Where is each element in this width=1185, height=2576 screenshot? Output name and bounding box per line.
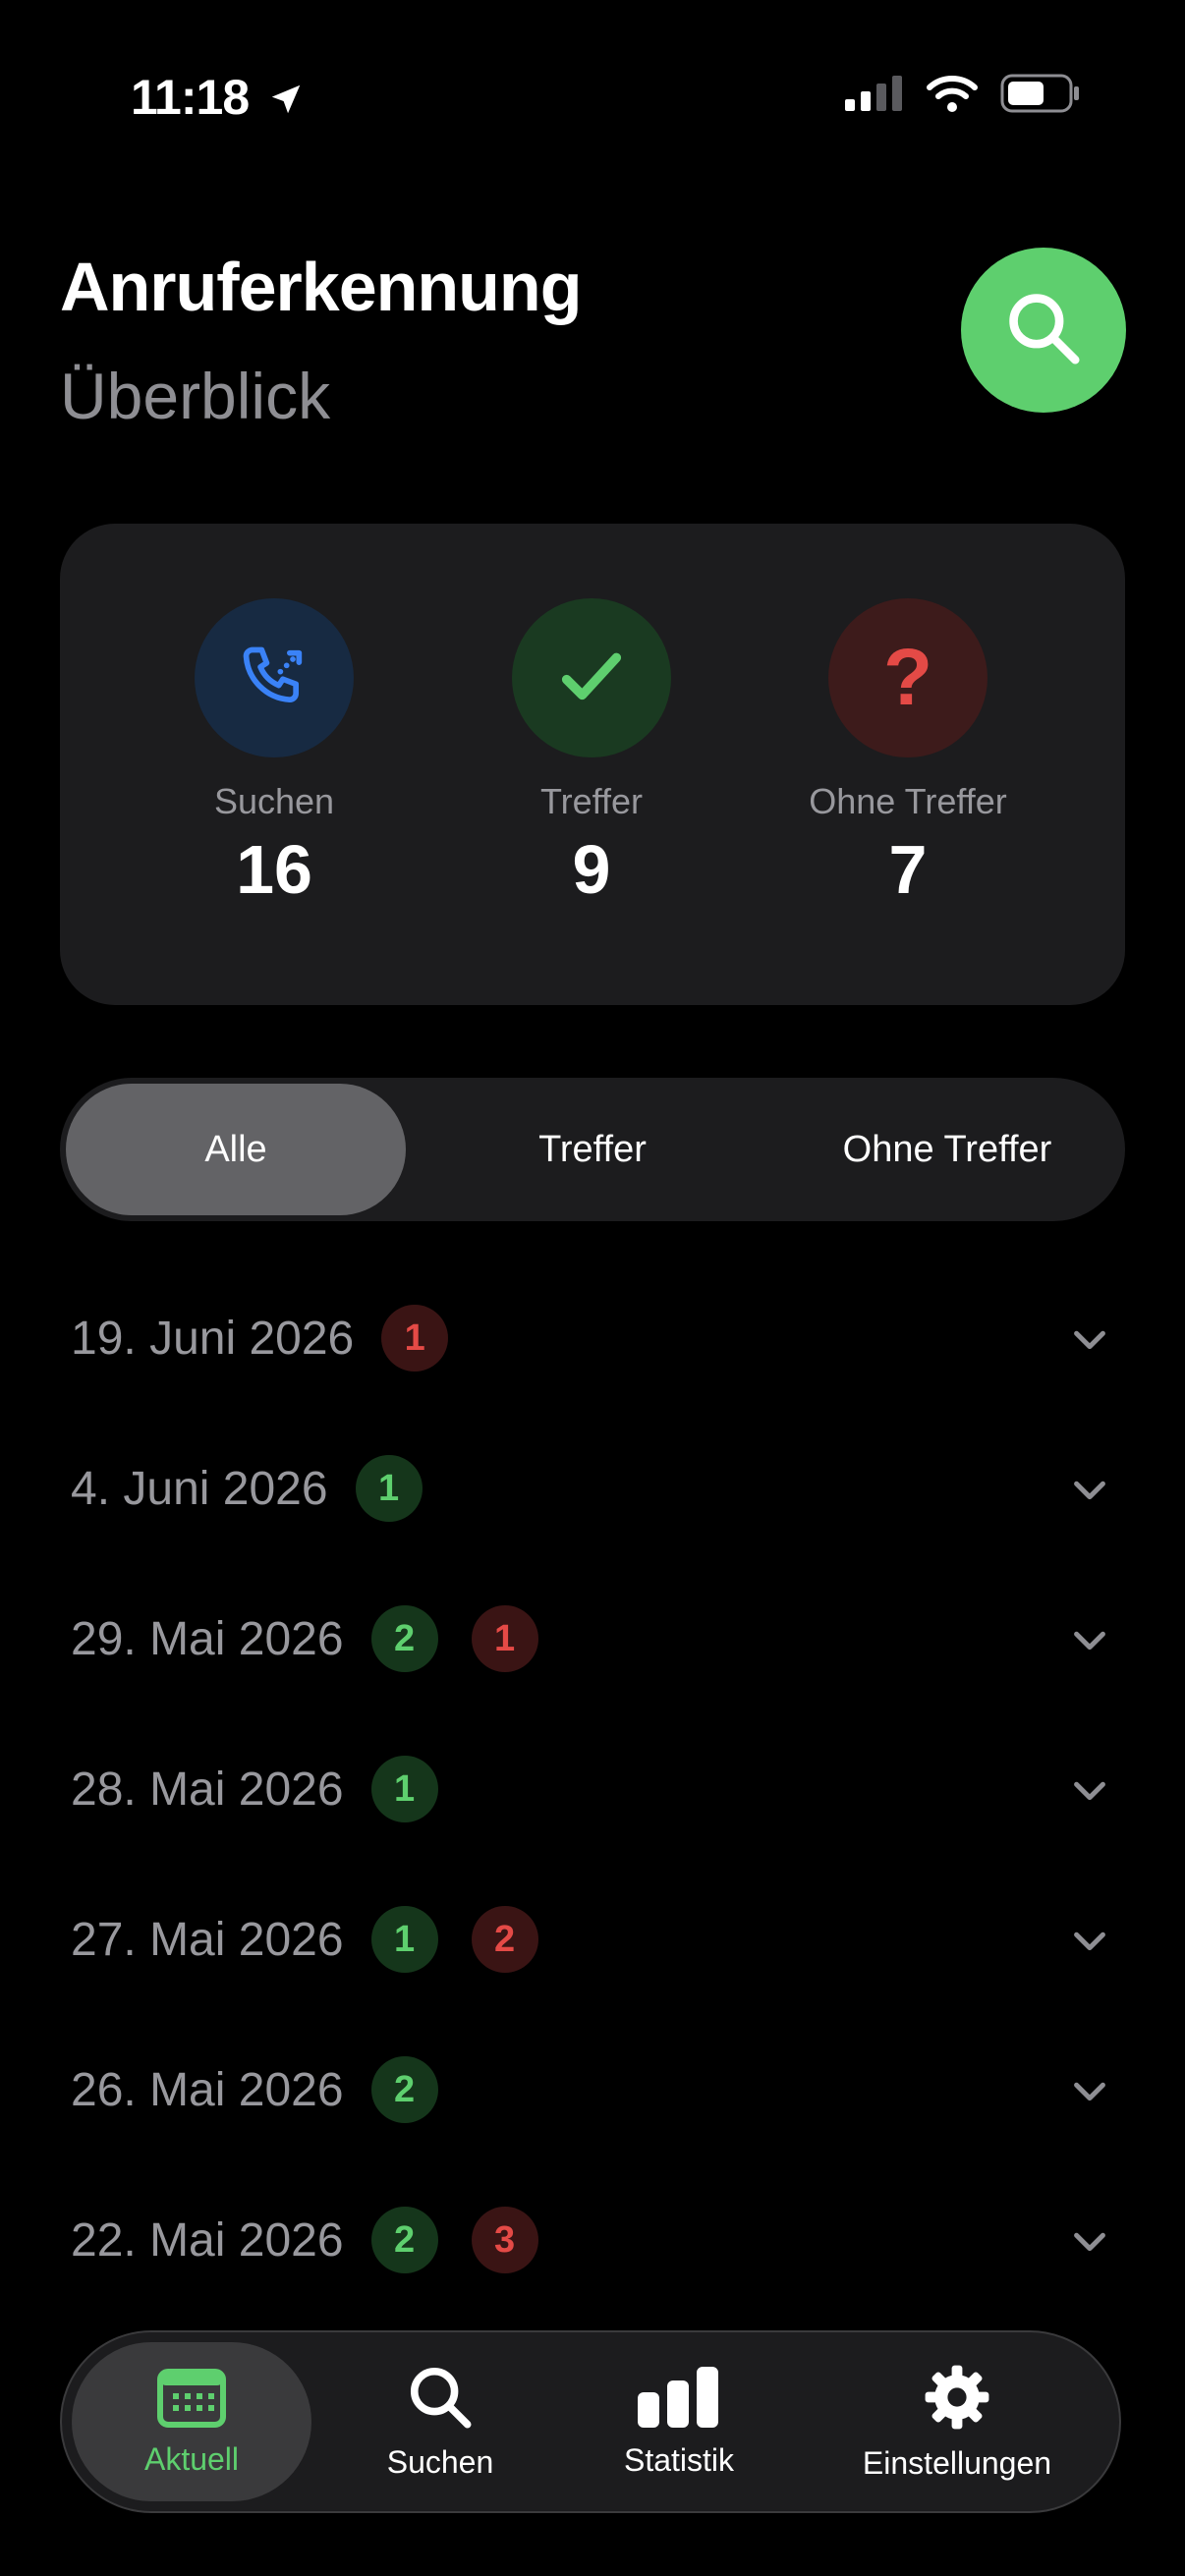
stat-searches: Suchen 16 — [127, 598, 422, 909]
chevron-down-icon — [1067, 1316, 1112, 1367]
date-row[interactable]: 22. Mai 2026 2 3 — [71, 2191, 1112, 2289]
tab-einstellungen[interactable]: Einstellungen — [824, 2332, 1090, 2511]
date-row[interactable]: 19. Juni 2026 1 — [71, 1289, 1112, 1387]
stat-misses: ? Ohne Treffer 7 — [761, 598, 1055, 909]
status-time: 11:18 — [131, 69, 305, 130]
miss-count-badge: 1 — [381, 1305, 449, 1372]
page-title: Anruferkennung — [60, 249, 582, 325]
date-label: 4. Juni 2026 — [71, 1462, 328, 1515]
date-label: 29. Mai 2026 — [71, 1612, 344, 1665]
clock-label: 11:18 — [131, 70, 250, 125]
search-button[interactable] — [961, 248, 1126, 413]
search-icon — [1001, 286, 1086, 375]
date-row[interactable]: 28. Mai 2026 1 — [71, 1740, 1112, 1838]
filter-all[interactable]: Alle — [66, 1084, 406, 1215]
date-row[interactable]: 4. Juni 2026 1 — [71, 1439, 1112, 1538]
stat-label: Treffer — [539, 781, 644, 821]
stat-label: Suchen — [213, 781, 335, 821]
tab-label: Suchen — [386, 2444, 494, 2480]
location-arrow-icon — [267, 73, 305, 130]
search-icon — [406, 2363, 475, 2436]
chevron-down-icon — [1067, 1467, 1112, 1517]
stats-card: Suchen 16 Treffer 9 ? Ohne Treffer 7 — [60, 524, 1125, 1005]
filter-misses[interactable]: Ohne Treffer — [769, 1078, 1125, 1221]
chevron-down-icon — [1067, 1767, 1112, 1818]
stat-value: 7 — [888, 831, 928, 908]
hit-count-badge: 1 — [355, 1455, 423, 1522]
chevron-down-icon — [1067, 1617, 1112, 1667]
chevron-down-icon — [1067, 2068, 1112, 2118]
date-label: 19. Juni 2026 — [71, 1312, 355, 1365]
tab-bar: Aktuell Suchen Statistik Einstellungen — [60, 2330, 1121, 2513]
tab-aktuell[interactable]: Aktuell — [72, 2342, 311, 2501]
filter-hits[interactable]: Treffer — [416, 1078, 769, 1221]
filter-segmented-control: Alle Treffer Ohne Treffer — [60, 1078, 1125, 1221]
cellular-signal-icon — [845, 76, 904, 116]
date-label: 27. Mai 2026 — [71, 1913, 344, 1966]
phone-search-icon — [195, 598, 354, 757]
stat-hits: Treffer 9 — [444, 598, 739, 909]
hit-count-badge: 2 — [370, 2056, 438, 2123]
date-label: 22. Mai 2026 — [71, 2213, 344, 2267]
checkmark-icon — [512, 598, 671, 757]
tab-label: Einstellungen — [862, 2445, 1052, 2481]
hit-count-badge: 2 — [370, 1605, 438, 1672]
status-icons — [845, 74, 1081, 118]
hit-count-badge: 1 — [370, 1756, 438, 1822]
chevron-down-icon — [1067, 2218, 1112, 2268]
gear-icon — [922, 2362, 992, 2437]
hit-count-badge: 1 — [370, 1906, 438, 1973]
stat-label: Ohne Treffer — [809, 781, 1007, 821]
miss-count-badge: 1 — [471, 1605, 538, 1672]
question-mark-icon: ? — [828, 598, 988, 757]
tab-statistik[interactable]: Statistik — [581, 2332, 777, 2511]
tab-label: Statistik — [623, 2442, 735, 2478]
bar-chart-icon — [636, 2365, 722, 2435]
page-subtitle: Überblick — [60, 360, 331, 432]
stat-value: 9 — [572, 831, 611, 908]
calendar-icon — [157, 2366, 226, 2434]
tab-suchen[interactable]: Suchen — [347, 2332, 534, 2511]
date-label: 28. Mai 2026 — [71, 1763, 344, 1816]
battery-icon — [1000, 74, 1081, 118]
chevron-down-icon — [1067, 1918, 1112, 1968]
miss-count-badge: 2 — [471, 1906, 538, 1973]
date-row[interactable]: 29. Mai 2026 2 1 — [71, 1590, 1112, 1688]
tab-label: Aktuell — [143, 2441, 240, 2477]
hit-count-badge: 2 — [370, 2207, 438, 2273]
date-row[interactable]: 27. Mai 2026 1 2 — [71, 1890, 1112, 1988]
wifi-icon — [926, 74, 979, 118]
stat-value: 16 — [236, 831, 312, 908]
miss-count-badge: 3 — [471, 2207, 538, 2273]
date-row[interactable]: 26. Mai 2026 2 — [71, 2041, 1112, 2139]
date-label: 26. Mai 2026 — [71, 2063, 344, 2116]
